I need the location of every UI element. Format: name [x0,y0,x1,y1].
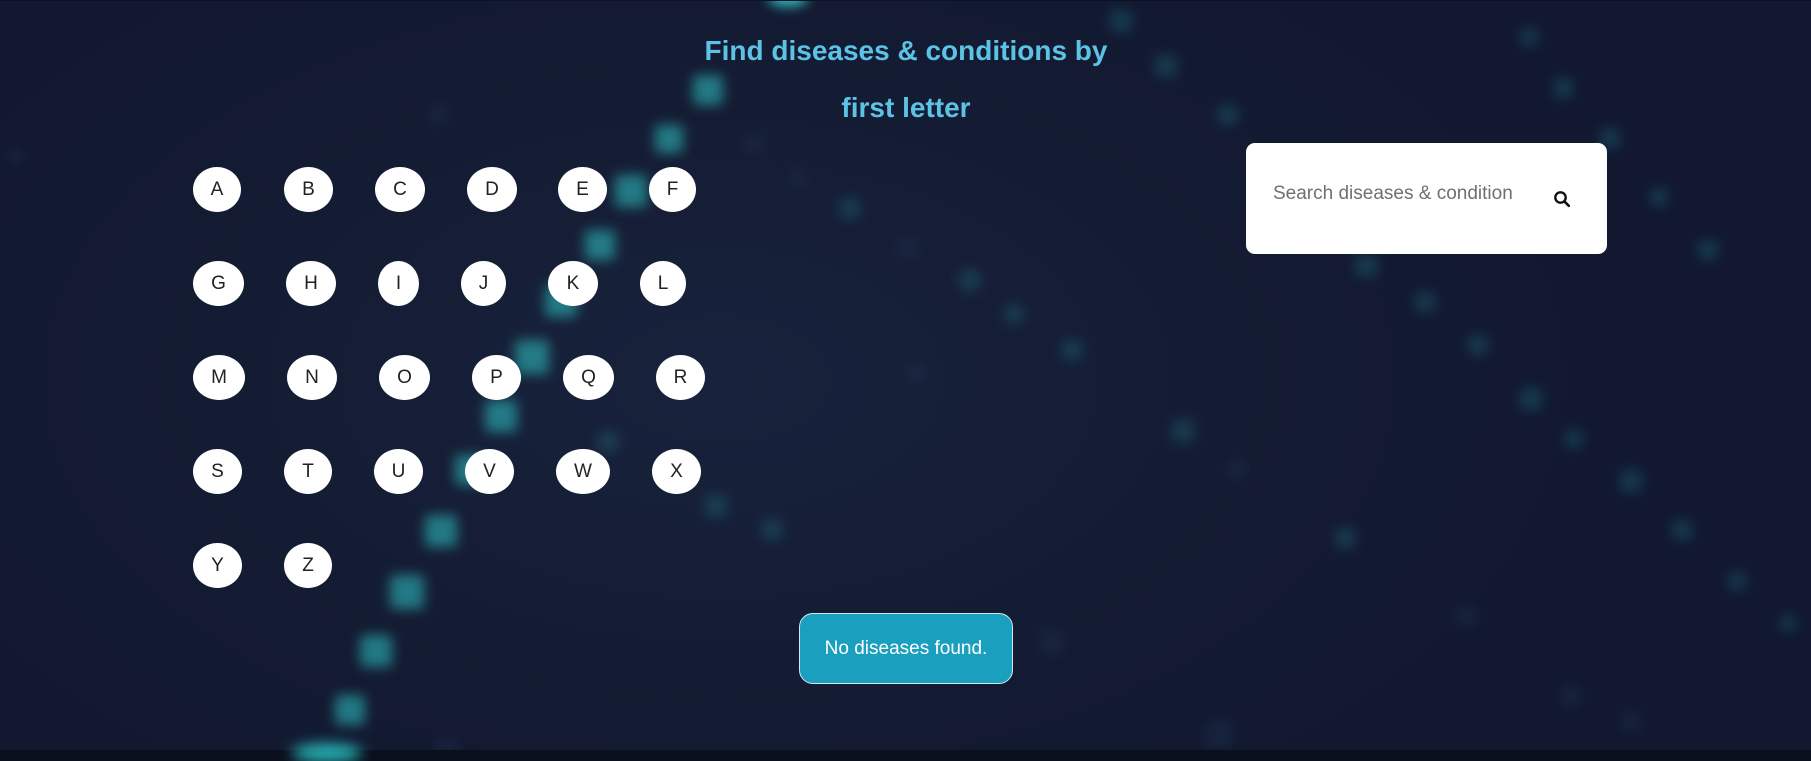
letter-button-e[interactable]: E [558,167,607,212]
letter-button-x[interactable]: X [652,449,701,494]
search-box [1246,143,1607,254]
search-button[interactable] [1549,186,1575,212]
letter-button-t[interactable]: T [284,449,332,494]
letter-button-j[interactable]: J [461,261,506,306]
letter-button-i[interactable]: I [378,261,419,306]
letter-button-b[interactable]: B [284,167,333,212]
letter-button-g[interactable]: G [193,261,244,306]
letter-button-r[interactable]: R [656,355,705,400]
search-input[interactable] [1273,177,1523,211]
letter-button-w[interactable]: W [556,449,610,494]
letter-button-z[interactable]: Z [284,543,332,588]
letter-button-h[interactable]: H [286,261,336,306]
letter-button-a[interactable]: A [193,167,241,212]
letter-button-p[interactable]: P [472,355,521,400]
search-icon [1554,191,1571,208]
letter-button-m[interactable]: M [193,355,245,400]
letter-button-l[interactable]: L [640,261,686,306]
letter-button-u[interactable]: U [374,449,423,494]
no-results-message: No diseases found. [799,613,1013,684]
letter-button-v[interactable]: V [465,449,514,494]
letter-button-n[interactable]: N [287,355,337,400]
letter-button-k[interactable]: K [548,261,598,306]
letter-button-o[interactable]: O [379,355,430,400]
letter-button-y[interactable]: Y [193,543,242,588]
letter-button-q[interactable]: Q [563,355,614,400]
letter-button-d[interactable]: D [467,167,517,212]
letter-button-s[interactable]: S [193,449,242,494]
letter-button-c[interactable]: C [375,167,425,212]
letter-button-f[interactable]: F [649,167,696,212]
